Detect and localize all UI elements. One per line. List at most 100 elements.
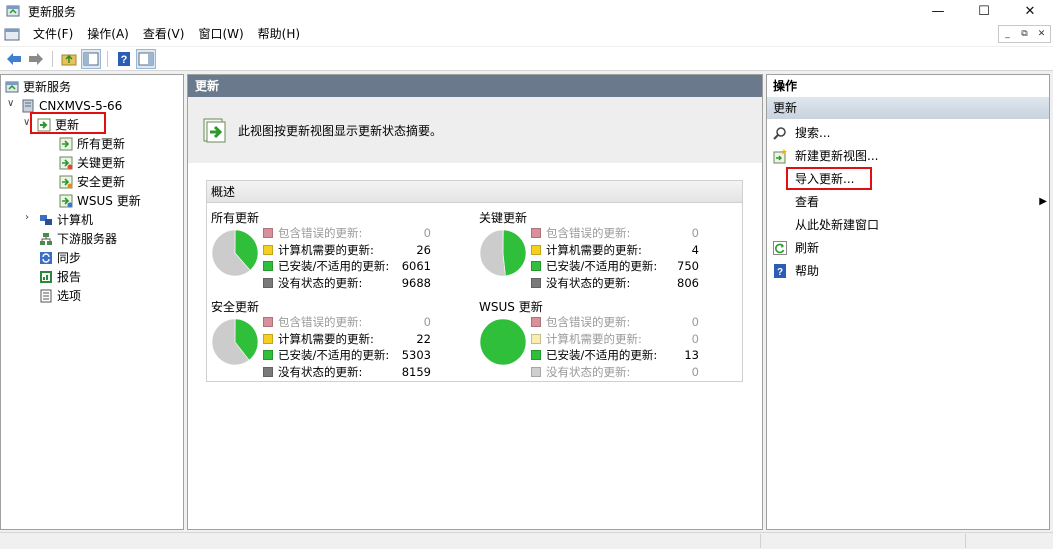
toolbar-separator: [52, 50, 53, 67]
legend-value: 9688: [401, 275, 431, 290]
actions-header: 操作: [773, 79, 798, 93]
show-hide-action-pane-button[interactable]: [136, 48, 156, 69]
forward-arrow-icon: [29, 52, 43, 65]
legend-value: 4: [691, 242, 699, 257]
action-new-update-view[interactable]: 新建更新视图...: [767, 144, 1047, 167]
tree-item-wsus-updates[interactable]: WSUS 更新: [59, 191, 141, 210]
highlight-box-updates: [30, 112, 106, 134]
group-title[interactable]: 所有更新: [211, 209, 259, 226]
legend-swatch: [531, 333, 541, 344]
menu-help[interactable]: 帮助(H): [251, 22, 307, 46]
back-button[interactable]: [4, 49, 24, 69]
update-view-icon: [59, 137, 73, 150]
menu-file[interactable]: 文件(F): [26, 22, 80, 46]
legend-value: 22: [416, 331, 431, 346]
summary-security-updates: 安全更新 包含错误的更新: 0 计算机需要的更新: 22 已安装/不适用的更新: 5303…: [211, 298, 471, 386]
legend-label[interactable]: 没有状态的更新:: [546, 275, 630, 291]
mdi-restore-button[interactable]: ⧉: [1016, 26, 1033, 42]
overview-panel: 概述 所有更新 包含错误的更新: 0 计算机需要的更新: 26 已安装/不适用的更新: 6…: [206, 180, 743, 382]
back-arrow-icon: [7, 52, 21, 65]
group-title[interactable]: 安全更新: [211, 298, 259, 315]
tree-item-computers[interactable]: 计算机: [39, 210, 93, 229]
legend-value: 806: [677, 275, 699, 290]
legend-value: 26: [416, 242, 431, 257]
action-refresh[interactable]: 刷新: [767, 236, 1047, 259]
actions-pane: 操作 更新 搜索... 新建更新视图... 导入更新... 查看 ▶ 从此处新建…: [766, 74, 1050, 530]
action-new-window-from-here[interactable]: 从此处新建窗口: [767, 213, 1047, 236]
legend-swatch: [263, 228, 273, 239]
pie-slice: [502, 229, 527, 277]
help-button[interactable]: ?: [114, 49, 134, 69]
menu-view[interactable]: 查看(V): [136, 22, 192, 46]
action-label: 查看: [795, 195, 820, 209]
results-pane: 更新 此视图按更新视图显示更新状态摘要。 概述 所有更新 包含错误的更新: 0 计算…: [187, 74, 763, 530]
tree-item-all-updates[interactable]: 所有更新: [59, 134, 125, 153]
group-title[interactable]: WSUS 更新: [479, 298, 543, 315]
legend-label[interactable]: 包含错误的更新:: [546, 314, 630, 330]
tree-item-options[interactable]: 选项: [39, 286, 81, 305]
tree-item-critical-updates[interactable]: 关键更新: [59, 153, 125, 172]
tree-item-reports[interactable]: 报告: [39, 267, 81, 286]
menu-bar: 文件(F) 操作(A) 查看(V) 窗口(W) 帮助(H) _ ⧉ ✕: [0, 22, 1053, 46]
legend-swatch: [263, 317, 273, 328]
legend-label[interactable]: 包含错误的更新:: [278, 314, 362, 330]
up-level-button[interactable]: [59, 49, 79, 69]
legend-row: 包含错误的更新: 0: [531, 314, 699, 331]
action-view[interactable]: 查看 ▶: [767, 190, 1047, 213]
action-help[interactable]: ? 帮助: [767, 259, 1047, 282]
action-label: 帮助: [795, 264, 820, 278]
legend-swatch: [263, 277, 273, 288]
legend-label[interactable]: 已安装/不适用的更新:: [546, 258, 657, 274]
mdi-close-button[interactable]: ✕: [1033, 26, 1050, 42]
status-legend: 包含错误的更新: 0 计算机需要的更新: 26 已安装/不适用的更新: 6061 没有状态的…: [263, 225, 431, 291]
legend-label[interactable]: 已安装/不适用的更新:: [278, 347, 389, 363]
legend-label[interactable]: 没有状态的更新:: [278, 275, 362, 291]
status-pie-chart: [211, 229, 259, 277]
group-title[interactable]: 关键更新: [479, 209, 527, 226]
help-book-icon: ?: [118, 51, 130, 66]
legend-label[interactable]: 计算机需要的更新:: [546, 331, 642, 347]
expand-chevron-icon[interactable]: ›: [25, 212, 29, 223]
summary-critical-updates: 关键更新 包含错误的更新: 0 计算机需要的更新: 4 已安装/不适用的更新: 750 没有…: [479, 209, 739, 297]
close-button[interactable]: ✕: [1007, 0, 1053, 22]
legend-label[interactable]: 已安装/不适用的更新:: [546, 347, 657, 363]
legend-label[interactable]: 没有状态的更新:: [546, 364, 630, 380]
legend-label[interactable]: 计算机需要的更新:: [278, 242, 374, 258]
legend-label[interactable]: 已安装/不适用的更新:: [278, 258, 389, 274]
mdi-minimize-button[interactable]: _: [999, 26, 1016, 42]
legend-swatch: [263, 333, 273, 344]
minimize-button[interactable]: —: [915, 0, 961, 22]
window-title: 更新服务: [28, 4, 77, 19]
menu-action[interactable]: 操作(A): [80, 22, 136, 46]
legend-label[interactable]: 包含错误的更新:: [278, 225, 362, 241]
action-search[interactable]: 搜索...: [767, 121, 1047, 144]
update-services-icon: [5, 81, 19, 92]
action-label: 刷新: [795, 241, 820, 255]
legend-label[interactable]: 计算机需要的更新:: [278, 331, 374, 347]
tree-item-downstream-servers[interactable]: 下游服务器: [39, 229, 117, 248]
maximize-button[interactable]: ☐: [961, 0, 1007, 22]
search-icon: [773, 126, 786, 140]
legend-value: 0: [423, 226, 431, 241]
status-legend: 包含错误的更新: 0 计算机需要的更新: 0 已安装/不适用的更新: 13 没有状态的更新:…: [531, 314, 699, 380]
legend-label[interactable]: 包含错误的更新:: [546, 225, 630, 241]
legend-value: 0: [691, 364, 699, 379]
legend-value: 0: [423, 315, 431, 330]
menu-window[interactable]: 窗口(W): [191, 22, 250, 46]
status-pie-chart: [479, 229, 527, 277]
legend-value: 13: [684, 348, 699, 363]
legend-swatch: [263, 261, 273, 272]
actions-section-updates[interactable]: 更新: [767, 97, 1049, 119]
show-hide-console-tree-button[interactable]: [81, 48, 101, 69]
tree-item-security-updates[interactable]: 安全更新: [59, 172, 125, 191]
tree-item-synchronizations[interactable]: 同步: [39, 248, 81, 267]
legend-label[interactable]: 计算机需要的更新:: [546, 242, 642, 258]
mmc-document-icon[interactable]: [4, 26, 20, 42]
tree-item-update-services[interactable]: 更新服务: [5, 77, 71, 96]
forward-button[interactable]: [26, 49, 46, 69]
legend-value: 5303: [401, 348, 431, 363]
expand-chevron-icon[interactable]: ∨: [7, 98, 14, 109]
legend-label[interactable]: 没有状态的更新:: [278, 364, 362, 380]
action-label: 从此处新建窗口: [795, 218, 880, 232]
legend-value: 0: [691, 315, 699, 330]
